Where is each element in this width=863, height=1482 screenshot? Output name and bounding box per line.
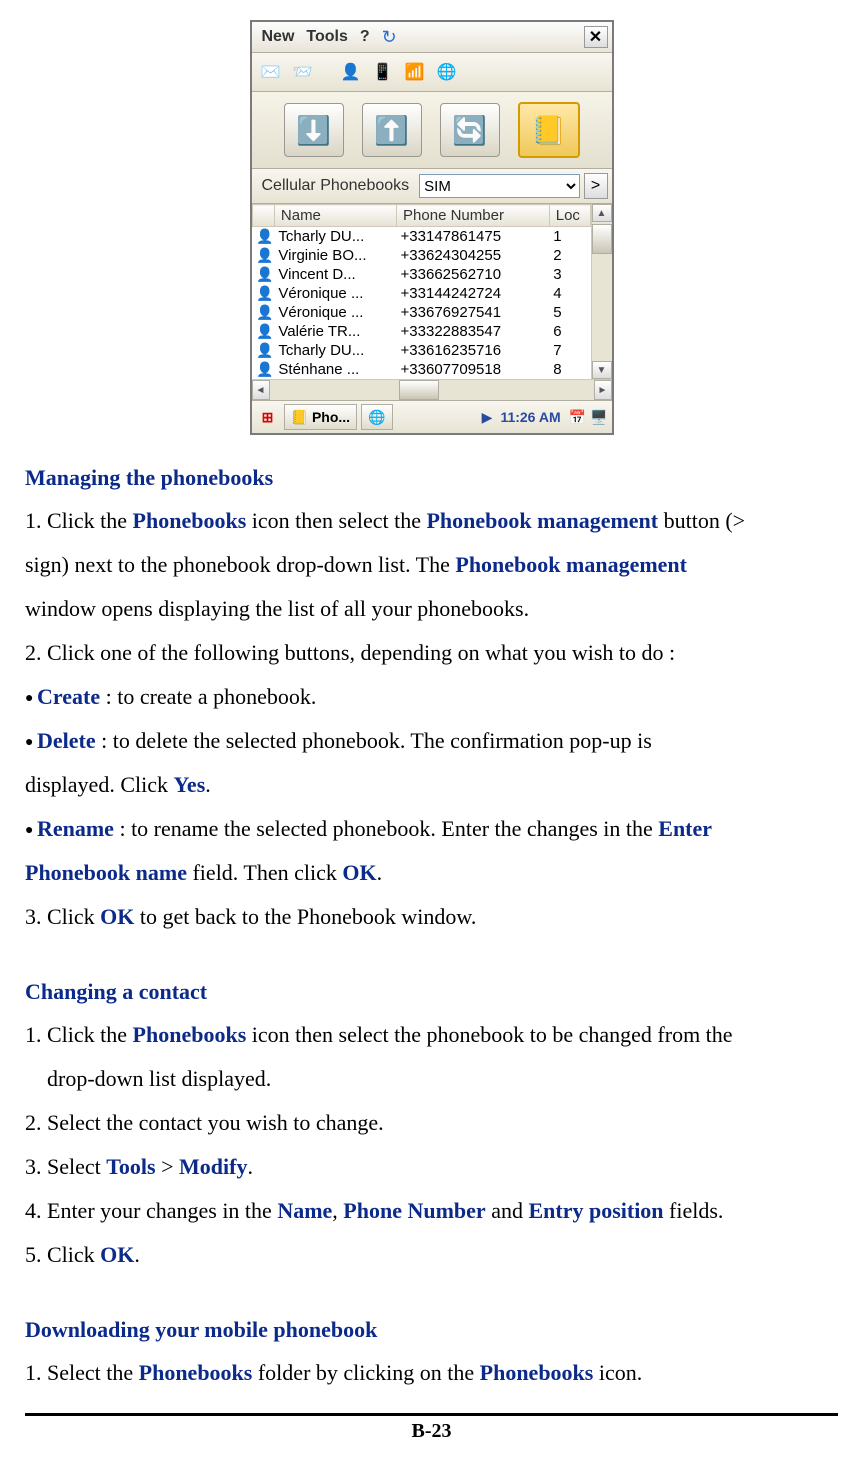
mail-new-icon[interactable]: ✉️ — [260, 62, 282, 82]
footer-rule — [25, 1413, 838, 1416]
table-row[interactable]: 👤Tcharly DU...+331478614751 — [252, 227, 590, 247]
phone-icon[interactable]: 📱 — [372, 62, 394, 82]
menu-new[interactable]: New — [256, 28, 301, 46]
contacts-table: Name Phone Number Loc 👤Tcharly DU...+331… — [252, 204, 591, 379]
changing-step4: 4. Enter your changes in the Name, Phone… — [25, 1189, 838, 1233]
contact-icon: 👤 — [252, 303, 274, 322]
tray-arrow-icon[interactable]: ▶ — [482, 409, 493, 426]
contact-icon: 👤 — [252, 246, 274, 265]
bullet-rename: Rename : to rename the selected phoneboo… — [25, 807, 838, 851]
table-row[interactable]: 👤Vincent D...+336625627103 — [252, 265, 590, 284]
download-button[interactable]: ⬇️ — [284, 103, 344, 157]
phonebook-app-screenshot: New Tools ? ↻ ✕ ✉️ 📨 👤 📱 📶 🌐 ⬇️ ⬆️ 🔄 📒 C… — [25, 20, 838, 435]
col-name[interactable]: Name — [274, 205, 396, 227]
contact-icon: 👤 — [252, 284, 274, 303]
table-row[interactable]: 👤Véronique ...+336769275415 — [252, 303, 590, 322]
heading-downloading: Downloading your mobile phonebook — [25, 1317, 838, 1343]
menu-tools[interactable]: Tools — [300, 28, 353, 46]
phonebook-management-button[interactable]: > — [584, 173, 608, 199]
contact-icon: 👤 — [252, 360, 274, 379]
upload-button[interactable]: ⬆️ — [362, 103, 422, 157]
col-loc[interactable]: Loc — [549, 205, 590, 227]
scroll-thumb[interactable] — [592, 224, 612, 254]
page-number: B-23 — [25, 1420, 838, 1449]
phonebook-button[interactable]: 📒 — [518, 102, 580, 158]
changing-step5: 5. Click OK. — [25, 1233, 838, 1277]
table-row[interactable]: 👤Véronique ...+331442427244 — [252, 284, 590, 303]
main-toolbar: ⬇️ ⬆️ 🔄 📒 — [252, 92, 612, 169]
changing-step1: 1. Click the Phonebooks icon then select… — [25, 1013, 838, 1057]
contact-icon: 👤 — [252, 265, 274, 284]
col-phone[interactable]: Phone Number — [397, 205, 550, 227]
taskbar-app[interactable]: 📒 Pho... — [284, 404, 358, 430]
add-contact-icon[interactable]: 👤 — [340, 62, 362, 82]
scroll-left-icon[interactable]: ◄ — [252, 380, 270, 400]
phonebook-dropdown[interactable]: SIM — [419, 174, 579, 198]
managing-step1-cont: sign) next to the phonebook drop-down li… — [25, 543, 838, 587]
scroll-down-icon[interactable]: ▼ — [592, 361, 612, 379]
contacts-body: 👤Tcharly DU...+331478614751 👤Virginie BO… — [252, 227, 590, 380]
contact-icon: 👤 — [252, 322, 274, 341]
bullet-rename-cont: Phonebook name field. Then click OK. — [25, 851, 838, 895]
hscroll-thumb[interactable] — [399, 380, 439, 400]
managing-step3: 3. Click OK to get back to the Phonebook… — [25, 895, 838, 939]
device-window: New Tools ? ↻ ✕ ✉️ 📨 👤 📱 📶 🌐 ⬇️ ⬆️ 🔄 📒 C… — [250, 20, 614, 435]
contact-icon: 👤 — [252, 341, 274, 360]
heading-changing: Changing a contact — [25, 979, 838, 1005]
bullet-delete: Delete : to delete the selected phoneboo… — [25, 719, 838, 763]
taskbar-net[interactable]: 🌐 — [361, 404, 392, 430]
table-row[interactable]: 👤Tcharly DU...+336162357167 — [252, 341, 590, 360]
antenna-icon[interactable]: 📶 — [404, 62, 426, 82]
table-row[interactable]: 👤Valérie TR...+333228835476 — [252, 322, 590, 341]
managing-step1-cont2: window opens displaying the list of all … — [25, 587, 838, 631]
horizontal-scrollbar[interactable]: ◄ ► — [252, 379, 612, 400]
changing-step3: 3. Select Tools > Modify. — [25, 1145, 838, 1189]
downloading-step1: 1. Select the Phonebooks folder by click… — [25, 1351, 838, 1395]
mail-open-icon[interactable]: 📨 — [292, 62, 314, 82]
scroll-right-icon[interactable]: ► — [594, 380, 612, 400]
bullet-delete-cont: displayed. Click Yes. — [25, 763, 838, 807]
table-row[interactable]: 👤Sténhane ...+336077095188 — [252, 360, 590, 379]
table-row[interactable]: 👤Virginie BO...+336243042552 — [252, 246, 590, 265]
heading-managing: Managing the phonebooks — [25, 465, 838, 491]
managing-step2: 2. Click one of the following buttons, d… — [25, 631, 838, 675]
menu-bar: New Tools ? ↻ ✕ — [252, 22, 612, 53]
bullet-create: Create : to create a phonebook. — [25, 675, 838, 719]
small-toolbar: ✉️ 📨 👤 📱 📶 🌐 — [252, 53, 612, 92]
sync-icon[interactable]: ↻ — [376, 27, 403, 48]
changing-step2: 2. Select the contact you wish to change… — [25, 1101, 838, 1145]
tray-icon[interactable]: 🖥️ — [590, 409, 607, 426]
vertical-scrollbar[interactable]: ▲ ▼ — [591, 204, 612, 379]
managing-step1: 1. Click the Phonebooks icon then select… — [25, 499, 838, 543]
menu-help[interactable]: ? — [354, 28, 376, 46]
taskbar-clock: 11:26 AM — [496, 409, 564, 425]
calendar-icon[interactable]: 📅 — [569, 409, 586, 426]
contacts-area: Name Phone Number Loc 👤Tcharly DU...+331… — [252, 204, 612, 379]
contact-icon: 👤 — [252, 227, 274, 247]
start-icon[interactable]: ⊞ — [256, 406, 280, 428]
changing-step1-cont: drop-down list displayed. — [47, 1057, 838, 1101]
phonebook-selector-row: Cellular Phonebooks SIM > — [252, 169, 612, 204]
close-button[interactable]: ✕ — [584, 26, 608, 48]
sync-button[interactable]: 🔄 — [440, 103, 500, 157]
col-icon[interactable] — [252, 205, 274, 227]
scroll-up-icon[interactable]: ▲ — [592, 204, 612, 222]
selector-label: Cellular Phonebooks — [256, 177, 416, 195]
taskbar: ⊞ 📒 Pho... 🌐 ▶ 11:26 AM 📅 🖥️ — [252, 400, 612, 433]
globe-icon[interactable]: 🌐 — [436, 62, 458, 82]
